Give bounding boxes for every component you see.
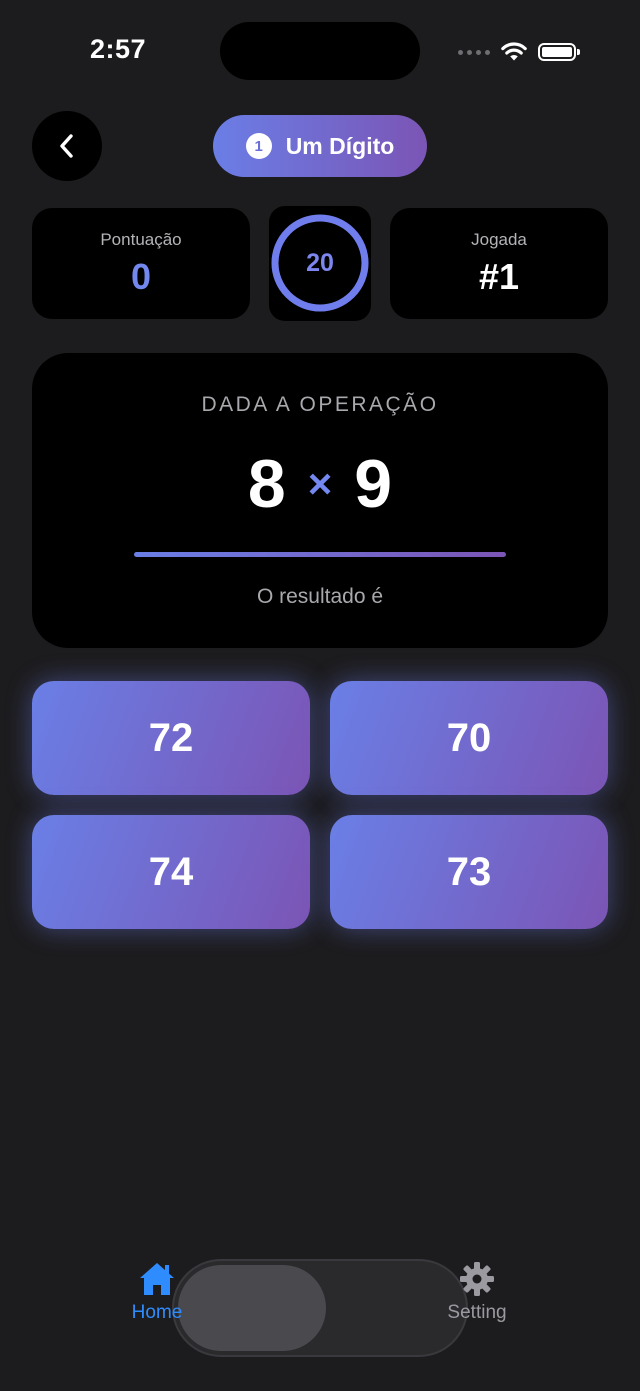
operator-sign: × — [307, 460, 333, 507]
operation-expression: 8 × 9 — [0, 450, 640, 518]
answer-option-3[interactable]: 74 — [32, 815, 310, 929]
battery-icon — [538, 43, 580, 61]
cellular-signal-icon — [458, 49, 490, 55]
tab-home[interactable]: Home — [97, 1260, 217, 1324]
round-label: Jogada — [471, 229, 527, 249]
score-value: 0 — [130, 255, 152, 297]
dynamic-island — [220, 22, 420, 80]
status-time: 2:57 — [90, 34, 147, 64]
round-value: #1 — [478, 255, 520, 297]
tab-setting[interactable]: Setting — [417, 1260, 537, 1324]
right-operand: 9 — [354, 446, 393, 522]
status-icons — [458, 38, 580, 66]
timer-value: 20 — [306, 249, 334, 277]
level-badge[interactable]: 1 Um Dígito — [213, 115, 427, 177]
answer-option-4[interactable]: 73 — [330, 815, 608, 929]
chevron-left-icon — [60, 134, 73, 158]
back-button[interactable] — [32, 111, 102, 181]
home-icon — [140, 1263, 174, 1295]
round-card: Jogada #1 — [390, 208, 608, 319]
score-card: Pontuação 0 — [32, 208, 250, 319]
score-label: Pontuação — [100, 229, 182, 249]
answer-option-1[interactable]: 72 — [32, 681, 310, 795]
timer-card: 20 — [269, 206, 371, 321]
operation-heading: DADA A OPERAÇÃO — [201, 393, 439, 416]
tab-bar: Home Setting — [0, 1260, 640, 1360]
tab-setting-label: Setting — [447, 1302, 507, 1323]
operation-subtitle: O resultado é — [256, 585, 384, 608]
tab-home-label: Home — [131, 1302, 183, 1323]
level-title: Um Dígito — [285, 132, 395, 159]
left-operand: 8 — [247, 446, 286, 522]
wifi-icon — [501, 42, 527, 61]
level-number-badge: 1 — [245, 133, 272, 159]
operation-divider — [134, 552, 506, 557]
gear-icon — [460, 1262, 494, 1296]
answer-option-2[interactable]: 70 — [330, 681, 608, 795]
